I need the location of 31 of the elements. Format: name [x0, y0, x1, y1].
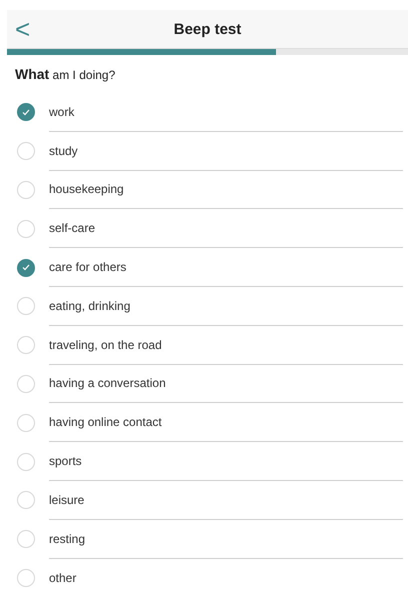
option-checkbox[interactable] [17, 491, 35, 510]
option-label[interactable]: housekeeping [49, 182, 124, 196]
option-checkbox[interactable] [17, 180, 35, 199]
check-icon [22, 264, 30, 272]
option-checkbox[interactable] [17, 414, 35, 432]
option-checkbox[interactable] [17, 103, 35, 122]
check-icon [22, 108, 30, 116]
option-label[interactable]: other [49, 570, 76, 585]
option-label[interactable]: leisure [49, 492, 84, 507]
option-checkbox[interactable] [17, 258, 35, 277]
option-label[interactable]: sports [49, 454, 82, 468]
option-label[interactable]: traveling, on the road [49, 338, 162, 352]
option-checkbox[interactable] [17, 142, 35, 160]
option-label[interactable]: having online contact [49, 415, 162, 430]
option-label[interactable]: having a conversation [49, 376, 166, 390]
option-checkbox[interactable] [17, 568, 35, 587]
option-label[interactable]: eating, drinking [49, 298, 130, 313]
option-checkbox[interactable] [17, 452, 35, 471]
option-checkbox[interactable] [17, 220, 35, 238]
option-label[interactable]: self-care [49, 221, 96, 236]
option-label[interactable]: resting [49, 532, 86, 546]
option-checkbox[interactable] [17, 336, 35, 354]
screen-title: Beep test [174, 20, 242, 38]
option-label[interactable]: care for others [49, 260, 126, 274]
option-checkbox[interactable] [17, 297, 35, 316]
back-button[interactable]: < [7, 10, 38, 48]
option-checkbox[interactable] [17, 530, 35, 548]
option-label[interactable]: study [49, 144, 78, 158]
option-checkbox[interactable] [17, 374, 35, 393]
option-label[interactable]: work [49, 104, 74, 119]
question-text: What am I doing? [15, 66, 116, 83]
